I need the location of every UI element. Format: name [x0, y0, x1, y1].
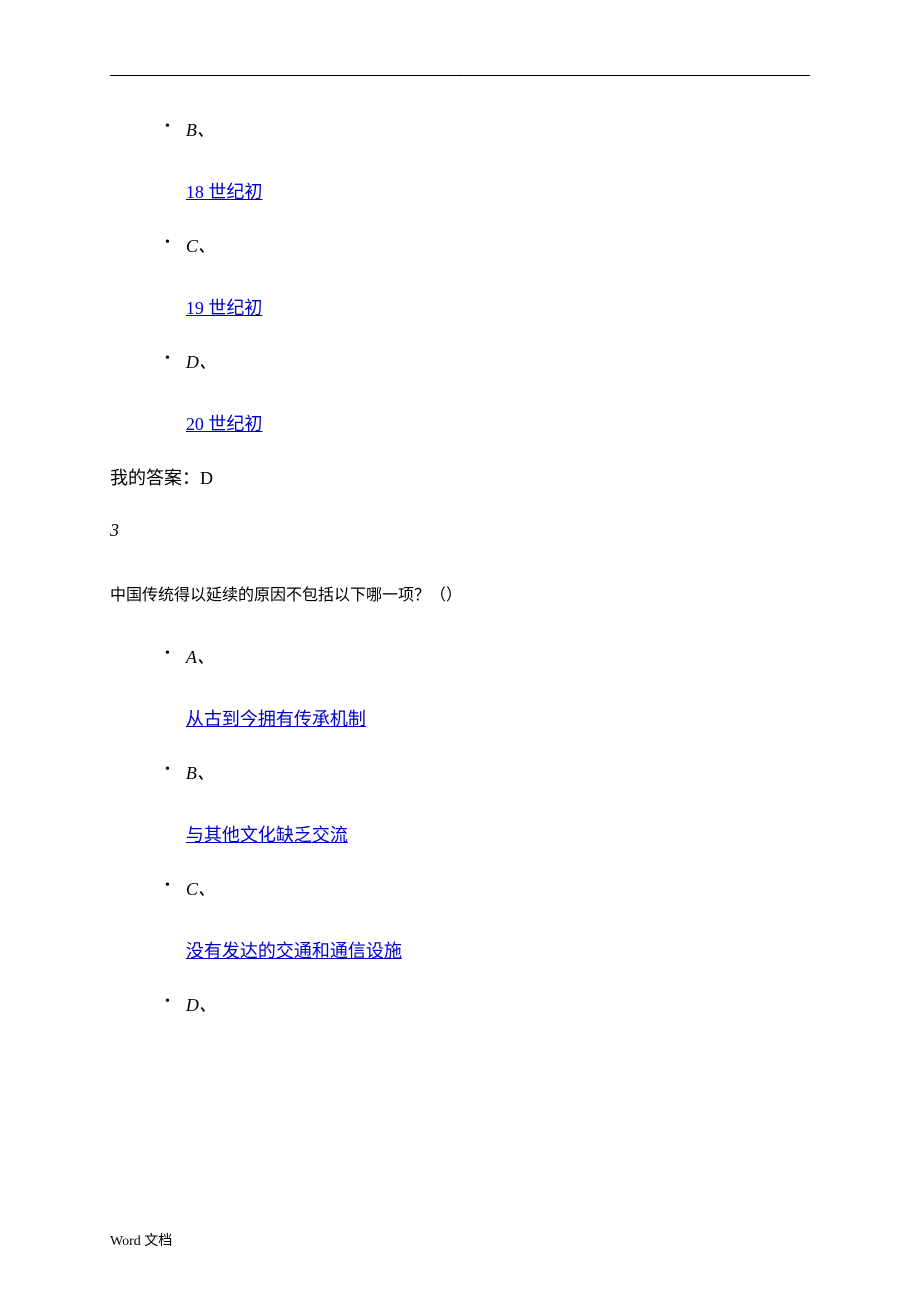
option-label-a: A、: [186, 643, 810, 669]
option-content: B、 与其他文化缺乏交流: [186, 759, 810, 847]
option-link-b[interactable]: 18 世纪初: [186, 178, 263, 204]
option-content: B、 18 世纪初: [186, 116, 810, 204]
option-label-d: D、: [186, 348, 810, 374]
footer-text: Word 文档: [110, 1230, 172, 1250]
bullet-icon: •: [165, 994, 170, 1010]
option-content: D、: [186, 991, 810, 1053]
option-link-d[interactable]: 20 世纪初: [186, 410, 263, 436]
bullet-icon: •: [165, 119, 170, 135]
question-number-3: 3: [110, 520, 810, 541]
option-label-b: B、: [186, 116, 810, 142]
option-item: • C、 19 世纪初: [165, 232, 810, 320]
option-item: • D、 20 世纪初: [165, 348, 810, 436]
option-label-d: D、: [186, 991, 810, 1017]
option-item: • B、 与其他文化缺乏交流: [165, 759, 810, 847]
my-answer-text: 我的答案：D: [110, 464, 810, 490]
option-content: D、 20 世纪初: [186, 348, 810, 436]
header-divider: .: [110, 75, 810, 76]
option-link-c[interactable]: 没有发达的交通和通信设施: [186, 937, 402, 963]
bullet-icon: •: [165, 646, 170, 662]
bullet-icon: •: [165, 762, 170, 778]
bullet-icon: •: [165, 235, 170, 251]
option-content: A、 从古到今拥有传承机制: [186, 643, 810, 731]
question3-options-list: • A、 从古到今拥有传承机制 • B、 与其他文化缺乏交流 • C、 没有发达…: [110, 643, 810, 1053]
option-content: C、 19 世纪初: [186, 232, 810, 320]
option-item: • C、 没有发达的交通和通信设施: [165, 875, 810, 963]
option-link-c[interactable]: 19 世纪初: [186, 294, 263, 320]
bullet-icon: •: [165, 351, 170, 367]
option-item: • D、: [165, 991, 810, 1053]
option-label-c: C、: [186, 875, 810, 901]
option-link-b[interactable]: 与其他文化缺乏交流: [186, 821, 348, 847]
question-3-text: 中国传统得以延续的原因不包括以下哪一项？（）: [110, 581, 810, 605]
bullet-icon: •: [165, 878, 170, 894]
option-label-c: C、: [186, 232, 810, 258]
page-container: . • B、 18 世纪初 • C、 19 世纪初 • D、 20 世纪初 我的…: [0, 0, 920, 1302]
question2-options-list: • B、 18 世纪初 • C、 19 世纪初 • D、 20 世纪初: [110, 116, 810, 436]
option-content: C、 没有发达的交通和通信设施: [186, 875, 810, 963]
option-label-b: B、: [186, 759, 810, 785]
header-dot: .: [459, 68, 462, 79]
option-item: • A、 从古到今拥有传承机制: [165, 643, 810, 731]
option-item: • B、 18 世纪初: [165, 116, 810, 204]
option-link-a[interactable]: 从古到今拥有传承机制: [186, 705, 366, 731]
